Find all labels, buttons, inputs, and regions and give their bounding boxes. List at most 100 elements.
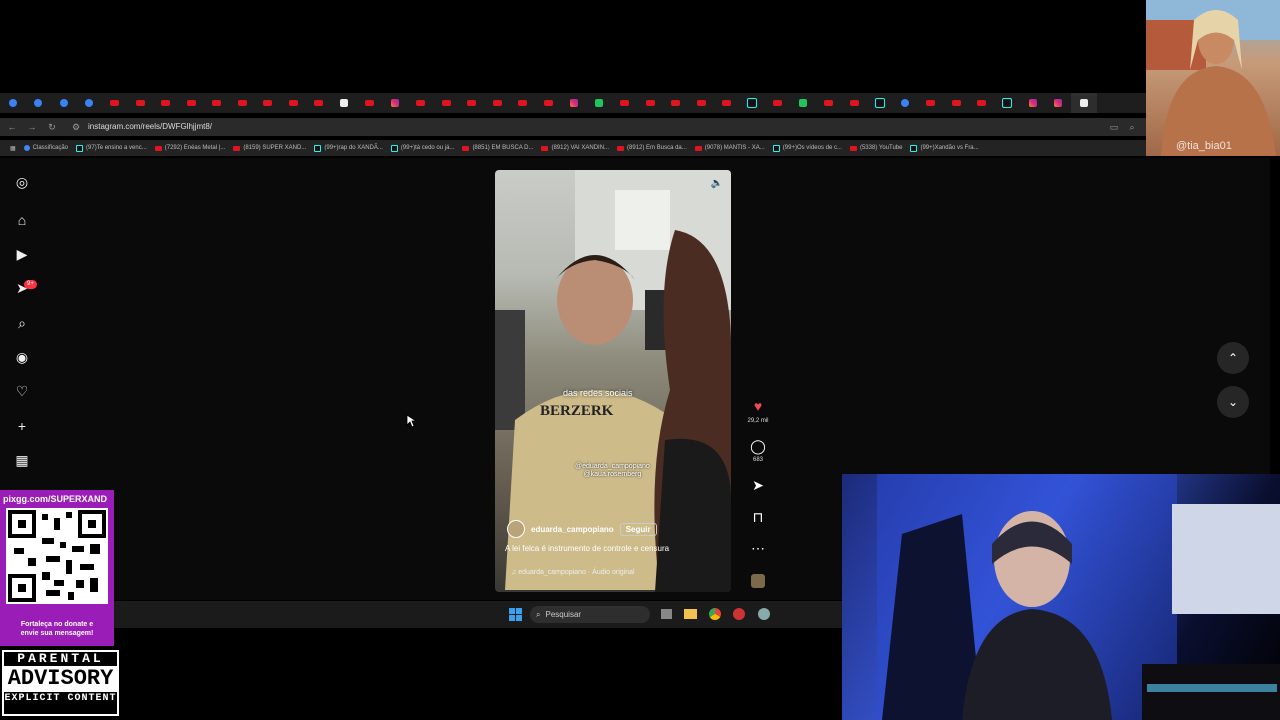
back-icon[interactable]: ← <box>6 121 18 133</box>
save-icon[interactable]: ⊓ <box>750 509 766 526</box>
reel-username[interactable]: eduarda_campopiano <box>531 525 614 534</box>
browser-tab[interactable] <box>765 93 791 113</box>
comment-icon[interactable]: ◯ <box>750 438 766 455</box>
browser-tab[interactable] <box>918 93 944 113</box>
bookmark-item[interactable]: (5338) YouTube <box>849 145 902 151</box>
browser-tab[interactable] <box>561 93 587 113</box>
browser-tab[interactable] <box>740 93 766 113</box>
browser-tab[interactable] <box>969 93 995 113</box>
reload-icon[interactable]: ↻ <box>46 121 58 133</box>
bookmark-item[interactable]: (8159) SUPER XAND... <box>233 145 306 151</box>
zoom-icon[interactable]: ⌕ <box>1126 121 1138 133</box>
browser-tab[interactable] <box>77 93 103 113</box>
reels-icon[interactable]: ▶ <box>14 246 30 262</box>
bookmark-item[interactable]: (99+)rap do XANDÃ... <box>314 144 383 152</box>
browser-tab[interactable] <box>306 93 332 113</box>
reel-video[interactable]: BERZERK 🔈 das redes sociais @eduarda_cam… <box>495 170 731 592</box>
browser-tab[interactable] <box>0 93 26 113</box>
bookmark-item[interactable]: (8912) Em Busca da... <box>617 145 687 151</box>
browser-tab[interactable] <box>459 93 485 113</box>
browser-tab[interactable] <box>1071 93 1097 113</box>
browser-tab[interactable] <box>893 93 919 113</box>
tab-favicon-icon <box>645 100 655 106</box>
browser-tab[interactable] <box>281 93 307 113</box>
reel-tag-2[interactable]: @kaua.rosemberg <box>575 471 650 479</box>
browser-tab[interactable] <box>255 93 281 113</box>
browser-tab[interactable] <box>332 93 358 113</box>
site-info-icon[interactable]: ⚙ <box>70 121 82 133</box>
more-options-icon[interactable]: ⋯ <box>750 540 766 557</box>
browser-tab[interactable] <box>714 93 740 113</box>
browser-tab[interactable] <box>1020 93 1046 113</box>
forward-icon[interactable]: → <box>26 121 38 133</box>
browser-tab[interactable] <box>26 93 52 113</box>
search-icon[interactable]: ⌕ <box>14 315 30 331</box>
browser-tab[interactable] <box>408 93 434 113</box>
browser-tab[interactable] <box>842 93 868 113</box>
browser-tab[interactable] <box>536 93 562 113</box>
bookmark-item[interactable]: (7292) Enéas Metal |... <box>154 145 225 151</box>
explore-icon[interactable]: ◉ <box>14 349 30 365</box>
browser-tab[interactable] <box>485 93 511 113</box>
volume-icon[interactable]: 🔈 <box>711 178 723 189</box>
browser-tab[interactable] <box>383 93 409 113</box>
audio-thumbnail-icon[interactable] <box>751 574 765 588</box>
taskbar-search[interactable]: ⌕ Pesquisar <box>530 606 650 623</box>
bookmark-item[interactable]: (99+)Xandão vs Fra... <box>910 144 979 152</box>
like-icon[interactable]: ♥ <box>750 398 766 414</box>
browser-tab[interactable] <box>791 93 817 113</box>
bookmark-item[interactable]: (8912) VAI XANDIN... <box>541 145 609 151</box>
apps-icon[interactable]: ▦ <box>10 145 16 152</box>
tab-favicon-icon <box>237 100 247 106</box>
share-icon[interactable]: ➤ <box>750 477 766 494</box>
instagram-logo-icon[interactable]: ◎ <box>14 174 30 190</box>
browser-tab[interactable] <box>816 93 842 113</box>
browser-tab[interactable] <box>204 93 230 113</box>
browser-tab[interactable] <box>663 93 689 113</box>
browser-tab[interactable] <box>689 93 715 113</box>
bookmark-item[interactable]: (99+)tá cedo ou já... <box>390 144 454 152</box>
create-icon[interactable]: + <box>14 418 30 434</box>
browser-tab[interactable] <box>357 93 383 113</box>
browser-tab[interactable] <box>995 93 1021 113</box>
browser-tab[interactable] <box>638 93 664 113</box>
reel-tag-1[interactable]: @eduarda_campopiano <box>575 463 650 471</box>
bookmark-item[interactable]: (99+)Os vídeos de c... <box>772 144 842 152</box>
browser-tab[interactable] <box>1046 93 1072 113</box>
browser-tab[interactable] <box>434 93 460 113</box>
reel-overlay-caption: das redes sociais <box>563 388 633 398</box>
browser-tab[interactable] <box>612 93 638 113</box>
settings-icon[interactable] <box>758 608 770 620</box>
cast-icon[interactable]: ▭ <box>1108 121 1120 133</box>
browser-tab[interactable] <box>230 93 256 113</box>
app-icon[interactable] <box>733 608 745 620</box>
tab-favicon-icon <box>518 100 528 106</box>
browser-tab[interactable] <box>153 93 179 113</box>
dashboard-icon[interactable]: ▦ <box>14 452 30 468</box>
follow-button[interactable]: Seguir <box>619 522 657 536</box>
browser-tab[interactable] <box>128 93 154 113</box>
previous-reel-button[interactable]: ⌃ <box>1217 342 1249 374</box>
avatar[interactable] <box>507 520 525 538</box>
bookmark-item[interactable]: (8851) EM BUSCA D... <box>462 145 533 151</box>
bookmark-item[interactable]: Classificação <box>23 145 68 151</box>
bookmark-item[interactable]: (97)Te ensino a venc... <box>76 144 147 152</box>
browser-tab[interactable] <box>944 93 970 113</box>
reel-audio[interactable]: ♫ eduarda_campopiano · Áudio original <box>511 569 635 576</box>
browser-tab[interactable] <box>510 93 536 113</box>
windows-start-icon[interactable] <box>509 608 522 621</box>
reel-caption[interactable]: A lei felca é instrumento de controle e … <box>505 544 669 553</box>
browser-tab[interactable] <box>867 93 893 113</box>
file-explorer-icon[interactable] <box>684 609 697 619</box>
browser-tab[interactable] <box>179 93 205 113</box>
url-field[interactable]: instagram.com/reels/DWFGlhjjmt8/ <box>88 122 212 131</box>
notifications-icon[interactable]: ♡ <box>14 383 30 399</box>
home-icon[interactable]: ⌂ <box>14 212 30 228</box>
task-view-icon[interactable] <box>661 609 672 619</box>
browser-tab[interactable] <box>51 93 77 113</box>
next-reel-button[interactable]: ⌄ <box>1217 386 1249 418</box>
chrome-icon[interactable] <box>709 608 721 620</box>
bookmark-item[interactable]: (9078) MANTIS - XA... <box>694 145 765 151</box>
browser-tab[interactable] <box>587 93 613 113</box>
browser-tab[interactable] <box>102 93 128 113</box>
